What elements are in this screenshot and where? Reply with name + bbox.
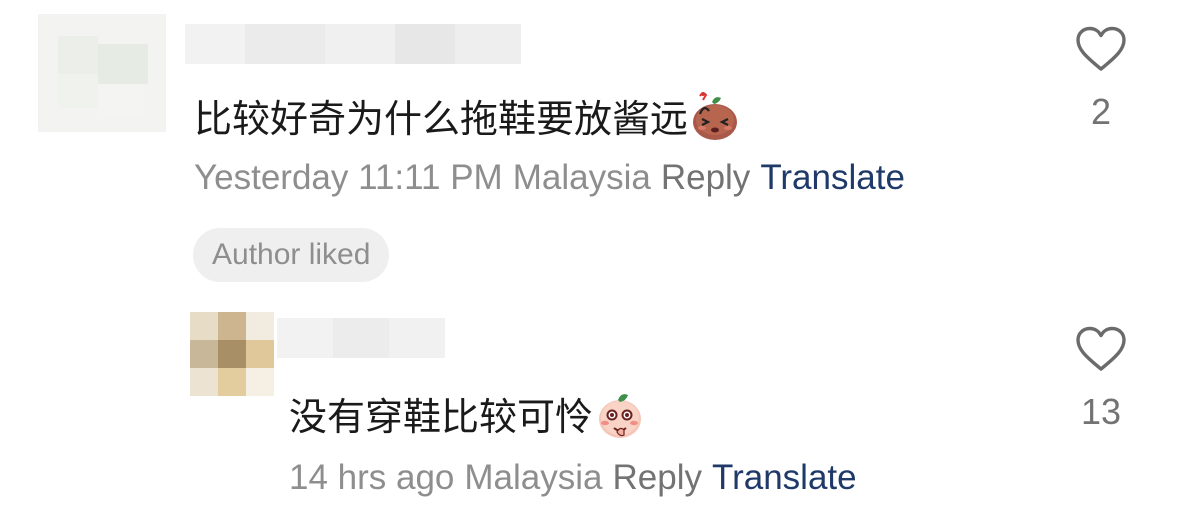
reply-button[interactable]: Reply: [661, 158, 750, 197]
comment-body: 比较好奇为什么拖鞋要放酱远: [194, 99, 689, 142]
comment-location: Malaysia: [464, 458, 603, 497]
comment-time: 14 hrs ago: [289, 458, 455, 497]
comment-text: 比较好奇为什么拖鞋要放酱远: [194, 90, 740, 154]
confused-sweet-potato-emoji: [690, 90, 740, 154]
like-column: 13: [1061, 326, 1141, 433]
avatar[interactable]: [190, 312, 274, 396]
comment-meta: Yesterday 11:11 PM Malaysia Reply Translate: [194, 156, 915, 200]
comment-location: Malaysia: [512, 158, 651, 197]
username-redacted[interactable]: [185, 24, 521, 64]
like-count: 13: [1080, 391, 1122, 432]
heart-outline-icon[interactable]: [1061, 326, 1141, 377]
username-redacted[interactable]: [277, 318, 445, 358]
comment-body: 没有穿鞋比较可怜: [289, 397, 594, 440]
heart-outline-icon[interactable]: [1061, 26, 1141, 77]
translate-button[interactable]: Translate: [712, 458, 857, 497]
author-liked-badge: Author liked: [193, 228, 390, 282]
comment-meta: 14 hrs ago Malaysia Reply Translate: [289, 456, 867, 500]
like-count: 2: [1090, 91, 1112, 132]
translate-button[interactable]: Translate: [760, 158, 905, 197]
avatar[interactable]: [38, 14, 166, 132]
comment-text: 没有穿鞋比较可怜: [289, 388, 645, 452]
shy-peach-emoji: [595, 388, 645, 452]
like-column: 2: [1061, 26, 1141, 133]
reply-button[interactable]: Reply: [613, 458, 702, 497]
comment-time: Yesterday 11:11 PM: [194, 158, 503, 197]
